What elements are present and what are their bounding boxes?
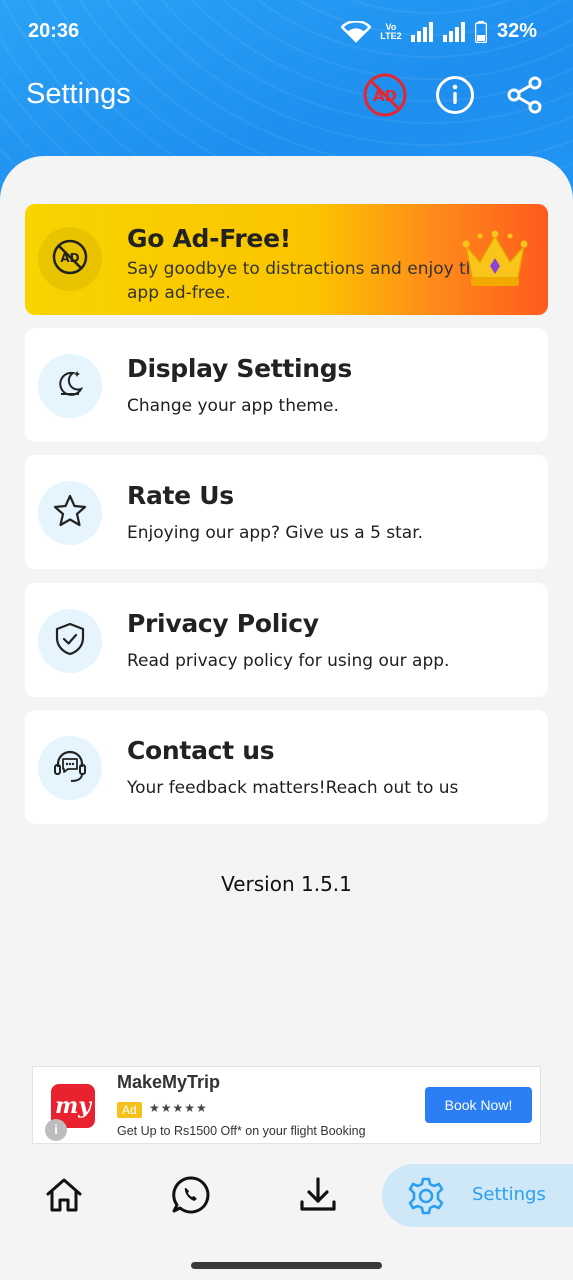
info-icon bbox=[434, 74, 476, 120]
privacy-policy-subtitle: Read privacy policy for using our app. bbox=[127, 651, 450, 671]
info-button[interactable] bbox=[432, 74, 478, 120]
settings-icon bbox=[406, 1176, 446, 1220]
no-ads-icon: AD bbox=[51, 238, 89, 280]
share-button[interactable] bbox=[502, 74, 548, 120]
star-icon bbox=[52, 493, 88, 533]
ad-info-icon[interactable]: i bbox=[45, 1119, 67, 1141]
version-label: Version 1.5.1 bbox=[221, 872, 352, 896]
contact-us-title: Contact us bbox=[127, 736, 275, 765]
page-title: Settings bbox=[26, 78, 131, 110]
rate-us-card[interactable]: Rate Us Enjoying our app? Give us a 5 st… bbox=[25, 455, 548, 569]
status-bar: 20:36 Vo LTE2 32% bbox=[0, 0, 573, 66]
ad-banner[interactable]: my i MakeMyTrip Ad ★★★★★ Get Up to Rs150… bbox=[32, 1066, 541, 1144]
status-icons: Vo LTE2 32% bbox=[340, 20, 537, 43]
moon-icon bbox=[53, 367, 87, 405]
display-settings-card[interactable]: Display Settings Change your app theme. bbox=[25, 328, 548, 442]
status-time: 20:36 bbox=[28, 20, 80, 42]
ad-rating-stars: ★★★★★ bbox=[149, 1101, 208, 1115]
nav-home-button[interactable] bbox=[32, 1172, 96, 1222]
bottom-nav: Settings bbox=[0, 1146, 573, 1280]
rate-us-subtitle: Enjoying our app? Give us a 5 star. bbox=[127, 523, 424, 543]
display-settings-icon-wrap bbox=[38, 354, 102, 418]
wifi-icon bbox=[340, 20, 371, 43]
nav-download-button[interactable] bbox=[286, 1172, 350, 1222]
rate-us-title: Rate Us bbox=[127, 481, 234, 510]
ad-badge: Ad bbox=[117, 1102, 142, 1118]
no-ads-icon: AD bbox=[362, 72, 408, 122]
no-ads-button[interactable]: AD bbox=[362, 72, 408, 122]
ad-cta-button[interactable]: Book Now! bbox=[425, 1087, 532, 1123]
contact-us-card[interactable]: Contact us Your feedback matters!Reach o… bbox=[25, 710, 548, 824]
battery-icon bbox=[474, 20, 487, 43]
battery-percent: 32% bbox=[496, 20, 537, 42]
signal-icon-1 bbox=[410, 21, 435, 42]
home-indicator[interactable] bbox=[191, 1262, 382, 1269]
crown-icon bbox=[462, 228, 528, 294]
download-icon bbox=[297, 1174, 339, 1220]
whatsapp-icon bbox=[170, 1174, 212, 1220]
go-ad-free-subtitle: Say goodbye to distractions and enjoy th… bbox=[127, 259, 487, 303]
ad-description: Get Up to Rs1500 Off* on your flight Boo… bbox=[117, 1124, 366, 1138]
display-settings-subtitle: Change your app theme. bbox=[127, 396, 339, 416]
signal-icon-2 bbox=[442, 21, 467, 42]
go-ad-free-title: Go Ad-Free! bbox=[127, 224, 291, 253]
display-settings-title: Display Settings bbox=[127, 354, 352, 383]
nav-settings-button[interactable]: Settings bbox=[382, 1164, 573, 1227]
privacy-policy-card[interactable]: Privacy Policy Read privacy policy for u… bbox=[25, 583, 548, 697]
go-ad-free-icon-wrap: AD bbox=[38, 227, 102, 291]
nav-settings-label: Settings bbox=[472, 1184, 546, 1205]
privacy-policy-icon-wrap bbox=[38, 609, 102, 673]
headset-icon bbox=[51, 747, 89, 789]
share-icon bbox=[505, 75, 545, 119]
network-label: Vo LTE2 bbox=[380, 21, 402, 41]
contact-us-icon-wrap bbox=[38, 736, 102, 800]
privacy-policy-title: Privacy Policy bbox=[127, 609, 319, 638]
contact-us-subtitle: Your feedback matters!Reach out to us bbox=[127, 778, 459, 798]
nav-whatsapp-button[interactable] bbox=[159, 1172, 223, 1222]
rate-us-icon-wrap bbox=[38, 481, 102, 545]
home-icon bbox=[43, 1174, 85, 1220]
shield-icon bbox=[53, 621, 87, 661]
go-ad-free-card[interactable]: AD Go Ad-Free! Say goodbye to distractio… bbox=[25, 204, 548, 315]
ad-title: MakeMyTrip bbox=[117, 1072, 221, 1092]
